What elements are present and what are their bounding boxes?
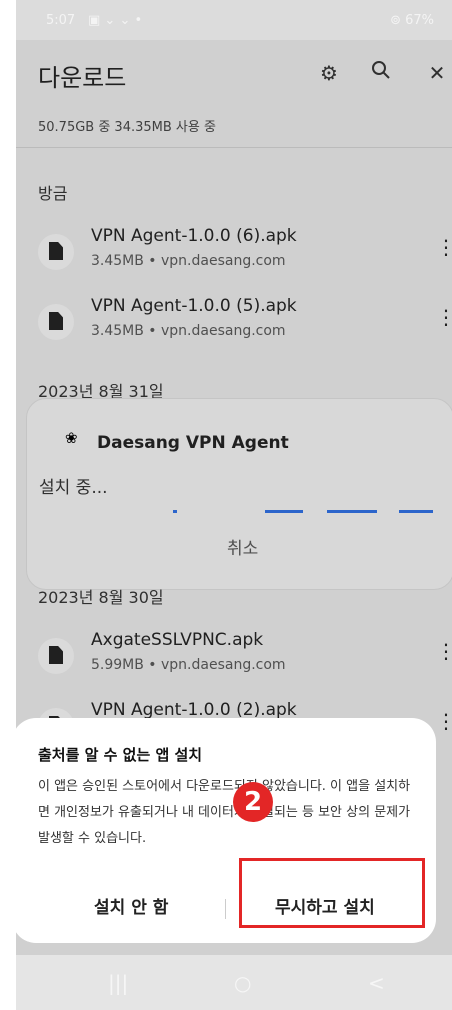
highlight-box [239, 858, 425, 928]
dont-install-button[interactable]: 설치 안 함 [94, 893, 168, 918]
status-time: 5:07 [46, 13, 76, 28]
screenshot-frame: 5:07 ▣ ⌄ ⌄ • ⊚ 67% 다운로드 ⚙ ✕ 50.75GB 중 34… [0, 0, 452, 1010]
recents-button[interactable]: ||| [108, 971, 128, 995]
dialog-title: 출처를 알 수 없는 앱 설치 [38, 746, 203, 764]
home-button[interactable]: ○ [234, 971, 251, 995]
step-number-badge: 2 [233, 782, 273, 822]
status-bar: 5:07 ▣ ⌄ ⌄ • ⊚ 67% [16, 0, 452, 40]
status-battery: ⊚ 67% [390, 13, 434, 28]
dialog-message: 이 앱은 승인된 스토어에서 다운로드되지 않았습니다. 이 앱을 설치하면 개… [38, 779, 411, 846]
back-button[interactable]: < [368, 971, 385, 995]
navigation-bar: ||| ○ < [16, 955, 452, 1010]
status-notification-icons: ▣ ⌄ ⌄ • [88, 13, 143, 28]
button-divider [225, 899, 226, 919]
